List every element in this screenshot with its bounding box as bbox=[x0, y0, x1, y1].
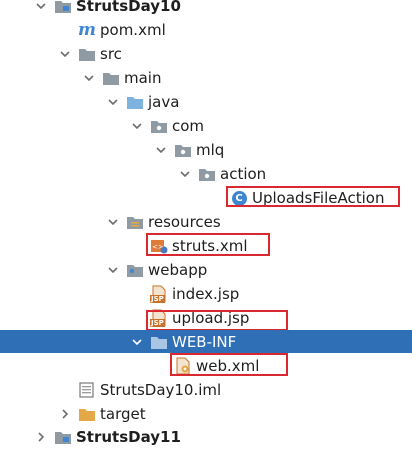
chevron-down-icon[interactable] bbox=[178, 167, 192, 181]
main-label: main bbox=[124, 69, 162, 87]
tree-node-upload-jsp[interactable]: JSP upload.jsp bbox=[0, 306, 412, 330]
resources-label: resources bbox=[148, 213, 221, 231]
iml-label: StrutsDay10.iml bbox=[100, 381, 222, 399]
folder-icon bbox=[78, 45, 96, 63]
tree-node-com[interactable]: com bbox=[0, 114, 412, 138]
jsp-file-icon: JSP bbox=[150, 285, 168, 303]
chevron-right-icon[interactable] bbox=[34, 430, 48, 444]
chevron-down-icon[interactable] bbox=[106, 263, 120, 277]
package-icon bbox=[198, 165, 216, 183]
web-inf-label: WEB-INF bbox=[172, 332, 237, 351]
folder-icon bbox=[150, 333, 168, 351]
uploads-file-action-label: UploadsFileAction bbox=[252, 189, 385, 207]
chevron-down-icon[interactable] bbox=[82, 71, 96, 85]
mlq-label: mlq bbox=[196, 141, 225, 159]
tree-node-uploads-file-action[interactable]: C UploadsFileAction bbox=[0, 186, 412, 210]
com-label: com bbox=[172, 117, 205, 135]
tree-node-target[interactable]: target bbox=[0, 402, 412, 426]
folder-icon bbox=[102, 69, 120, 87]
tree-node-struts-xml[interactable]: <> struts.xml bbox=[0, 234, 412, 258]
package-icon bbox=[150, 117, 168, 135]
upload-jsp-label: upload.jsp bbox=[172, 309, 250, 327]
resources-folder-icon bbox=[126, 213, 144, 231]
jsp-file-icon: JSP bbox=[150, 309, 168, 327]
chevron-right-icon[interactable] bbox=[58, 407, 72, 421]
java-class-icon: C bbox=[230, 189, 248, 207]
tree-node-project[interactable]: StrutsDay10 bbox=[0, 0, 412, 18]
index-jsp-label: index.jsp bbox=[172, 285, 240, 303]
maven-icon: m bbox=[78, 20, 96, 40]
tree-node-iml[interactable]: StrutsDay10.iml bbox=[0, 378, 412, 402]
tree-node-next-project[interactable]: StrutsDay11 bbox=[0, 425, 412, 449]
pom-label: pom.xml bbox=[100, 21, 166, 39]
struts-xml-label: struts.xml bbox=[172, 237, 248, 255]
java-label: java bbox=[148, 93, 180, 111]
chevron-down-icon[interactable] bbox=[130, 119, 144, 133]
package-icon bbox=[174, 141, 192, 159]
tree-node-java[interactable]: java bbox=[0, 90, 412, 114]
chevron-down-icon[interactable] bbox=[58, 47, 72, 61]
tree-node-webapp[interactable]: webapp bbox=[0, 258, 412, 282]
tree-node-mlq[interactable]: mlq bbox=[0, 138, 412, 162]
webapp-label: webapp bbox=[148, 261, 208, 279]
chevron-down-icon[interactable] bbox=[106, 215, 120, 229]
excluded-folder-icon bbox=[78, 405, 96, 423]
chevron-down-icon[interactable] bbox=[130, 335, 144, 349]
action-label: action bbox=[220, 165, 267, 183]
tree-node-main[interactable]: main bbox=[0, 66, 412, 90]
project-label: StrutsDay10 bbox=[76, 0, 181, 15]
module-folder-icon bbox=[54, 428, 72, 446]
src-label: src bbox=[100, 45, 122, 63]
struts-xml-icon: <> bbox=[150, 237, 168, 255]
chevron-down-icon[interactable] bbox=[34, 0, 48, 13]
chevron-down-icon[interactable] bbox=[106, 95, 120, 109]
tree-node-index-jsp[interactable]: JSP index.jsp bbox=[0, 282, 412, 306]
chevron-down-icon[interactable] bbox=[154, 143, 168, 157]
source-folder-icon bbox=[126, 93, 144, 111]
tree-node-web-xml[interactable]: web.xml bbox=[0, 354, 412, 378]
module-folder-icon bbox=[54, 0, 72, 15]
web-folder-icon bbox=[126, 261, 144, 279]
tree-node-resources[interactable]: resources bbox=[0, 210, 412, 234]
target-label: target bbox=[100, 405, 146, 423]
tree-node-pom[interactable]: m pom.xml bbox=[0, 18, 412, 42]
tree-node-action[interactable]: action bbox=[0, 162, 412, 186]
iml-file-icon bbox=[78, 381, 96, 399]
tree-node-src[interactable]: src bbox=[0, 42, 412, 66]
tree-node-web-inf[interactable]: WEB-INF bbox=[0, 330, 412, 353]
next-project-label: StrutsDay11 bbox=[76, 428, 181, 446]
web-xml-icon bbox=[174, 357, 192, 375]
web-xml-label: web.xml bbox=[196, 357, 260, 375]
